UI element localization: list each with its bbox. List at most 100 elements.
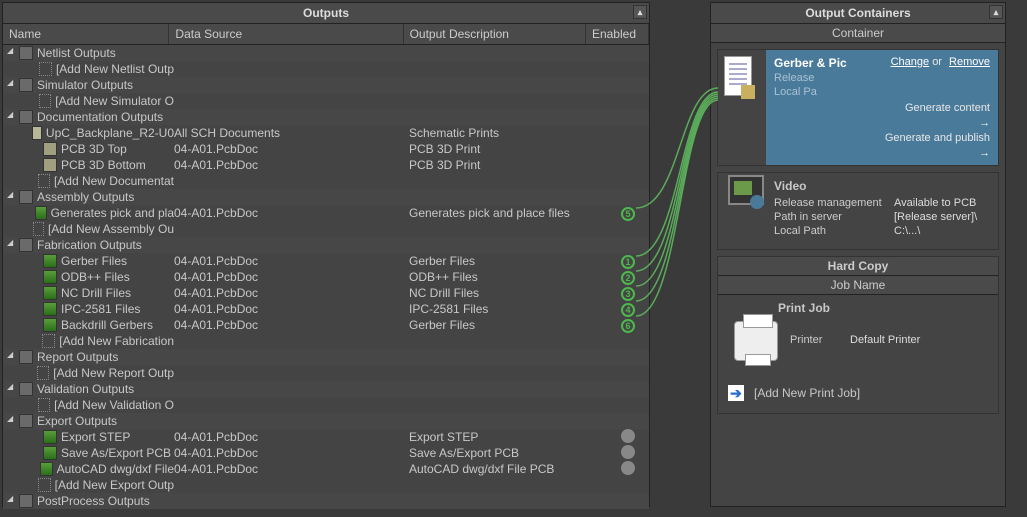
add-output-item[interactable]: [Add New Fabrication (3, 333, 649, 349)
add-output-item[interactable]: [Add New Validation O (3, 397, 649, 413)
change-link[interactable]: Change (891, 56, 930, 68)
enabled-dot[interactable] (621, 461, 635, 475)
remove-link[interactable]: Remove (949, 56, 990, 68)
item-icon (32, 126, 42, 140)
item-icon (35, 206, 46, 220)
output-group[interactable]: Assembly Outputs (3, 189, 649, 205)
enabled-badge[interactable]: 6 (621, 319, 635, 333)
add-output-item[interactable]: [Add New Report Outp (3, 365, 649, 381)
item-datasource: 04-A01.PcbDoc (174, 254, 409, 268)
item-datasource: 04-A01.PcbDoc (174, 462, 409, 476)
container-subheader: Container (711, 24, 1005, 43)
item-icon (43, 286, 57, 300)
enabled-badge[interactable]: 3 (621, 287, 635, 301)
group-label: PostProcess Outputs (37, 494, 150, 508)
enabled-badge[interactable]: 2 (621, 271, 635, 285)
add-output-item[interactable]: [Add New Assembly Ou (3, 221, 649, 237)
item-name: UpC_Backplane_R2-U0 (46, 126, 174, 140)
output-group[interactable]: Fabrication Outputs (3, 237, 649, 253)
outputs-tree[interactable]: Netlist Outputs[Add New Netlist Outp Sim… (3, 45, 649, 509)
enabled-badge[interactable]: 5 (621, 207, 635, 221)
output-item[interactable]: UpC_Backplane_R2-U0 All SCH Documents Sc… (3, 125, 649, 141)
add-print-job[interactable]: ➔ [Add New Print Job] (728, 385, 988, 401)
item-datasource: 04-A01.PcbDoc (174, 446, 409, 460)
output-group[interactable]: PostProcess Outputs (3, 493, 649, 509)
add-print-job-label: [Add New Print Job] (754, 386, 860, 400)
rm-val: Available to PCB (894, 197, 976, 209)
caret-icon[interactable] (7, 48, 17, 58)
enabled-dot[interactable] (621, 445, 635, 459)
item-name: Export STEP (61, 430, 130, 444)
output-group[interactable]: Documentation Outputs (3, 109, 649, 125)
item-name: PCB 3D Bottom (61, 158, 146, 172)
folder-icon (19, 110, 33, 124)
output-group[interactable]: Simulator Outputs (3, 77, 649, 93)
output-item[interactable]: Gerber Files 04-A01.PcbDoc Gerber Files … (3, 253, 649, 269)
add-icon (33, 222, 44, 236)
header-name[interactable]: Name (3, 24, 169, 44)
output-group[interactable]: Report Outputs (3, 349, 649, 365)
caret-icon[interactable] (7, 496, 17, 506)
outputs-header-row: Name Data Source Output Description Enab… (3, 24, 649, 45)
enabled-dot[interactable] (621, 429, 635, 443)
output-item[interactable]: PCB 3D Top 04-A01.PcbDoc PCB 3D Print (3, 141, 649, 157)
gerber-container[interactable]: Gerber & Pic Release Local Pa Change or … (717, 49, 999, 166)
output-item[interactable]: Backdrill Gerbers 04-A01.PcbDoc Gerber F… (3, 317, 649, 333)
item-description: Save As/Export PCB (409, 446, 592, 460)
output-item[interactable]: Export STEP 04-A01.PcbDoc Export STEP (3, 429, 649, 445)
item-name: Gerber Files (61, 254, 127, 268)
output-item[interactable]: PCB 3D Bottom 04-A01.PcbDoc PCB 3D Print (3, 157, 649, 173)
output-group[interactable]: Netlist Outputs (3, 45, 649, 61)
group-label: Assembly Outputs (37, 190, 134, 204)
generate-publish-button[interactable]: Generate and publish → (774, 132, 990, 159)
add-output-item[interactable]: [Add New Netlist Outp (3, 61, 649, 77)
caret-icon[interactable] (7, 240, 17, 250)
output-item[interactable]: IPC-2581 Files 04-A01.PcbDoc IPC-2581 Fi… (3, 301, 649, 317)
item-description: Generates pick and place files (409, 206, 592, 220)
document-icon (724, 56, 752, 96)
printer-key: Printer (790, 334, 850, 346)
header-description[interactable]: Output Description (404, 24, 586, 44)
print-job-row[interactable]: Print Job PrinterDefault Printer (718, 295, 998, 373)
item-datasource: 04-A01.PcbDoc (174, 158, 409, 172)
generate-content-button[interactable]: Generate content → (774, 102, 990, 129)
scroll-up-icon[interactable]: ▴ (989, 5, 1003, 19)
item-name: Save As/Export PCB (61, 446, 171, 460)
header-datasource[interactable]: Data Source (169, 24, 403, 44)
output-group[interactable]: Validation Outputs (3, 381, 649, 397)
caret-icon[interactable] (7, 416, 17, 426)
item-icon (43, 318, 57, 332)
enabled-badge[interactable]: 4 (621, 303, 635, 317)
add-icon (42, 334, 56, 348)
item-description: AutoCAD dwg/dxf File PCB (409, 462, 592, 476)
caret-icon[interactable] (7, 384, 17, 394)
caret-icon[interactable] (7, 112, 17, 122)
video-container[interactable]: Video Release managementAvailable to PCB… (717, 172, 999, 250)
add-output-item[interactable]: [Add New Export Outp (3, 477, 649, 493)
output-item[interactable]: Save As/Export PCB 04-A01.PcbDoc Save As… (3, 445, 649, 461)
add-label: [Add New Export Outp (55, 478, 174, 492)
scroll-up-icon[interactable]: ▴ (633, 5, 647, 19)
output-item[interactable]: NC Drill Files 04-A01.PcbDoc NC Drill Fi… (3, 285, 649, 301)
item-icon (40, 462, 53, 476)
add-output-item[interactable]: [Add New Documentat (3, 173, 649, 189)
outputs-title-text: Outputs (303, 6, 349, 20)
folder-icon (19, 46, 33, 60)
output-item[interactable]: ODB++ Files 04-A01.PcbDoc ODB++ Files 2 (3, 269, 649, 285)
item-name: Generates pick and pla (51, 206, 174, 220)
item-icon (43, 302, 57, 316)
header-enabled[interactable]: Enabled (586, 24, 649, 44)
enabled-badge[interactable]: 1 (621, 255, 635, 269)
caret-icon[interactable] (7, 80, 17, 90)
folder-icon (19, 350, 33, 364)
caret-icon[interactable] (7, 192, 17, 202)
item-icon (43, 270, 57, 284)
add-output-item[interactable]: [Add New Simulator O (3, 93, 649, 109)
group-label: Validation Outputs (37, 382, 134, 396)
output-item[interactable]: AutoCAD dwg/dxf File 04-A01.PcbDoc AutoC… (3, 461, 649, 477)
output-group[interactable]: Export Outputs (3, 413, 649, 429)
output-item[interactable]: Generates pick and pla 04-A01.PcbDoc Gen… (3, 205, 649, 221)
group-label: Simulator Outputs (37, 78, 133, 92)
caret-icon[interactable] (7, 352, 17, 362)
item-icon (43, 254, 57, 268)
